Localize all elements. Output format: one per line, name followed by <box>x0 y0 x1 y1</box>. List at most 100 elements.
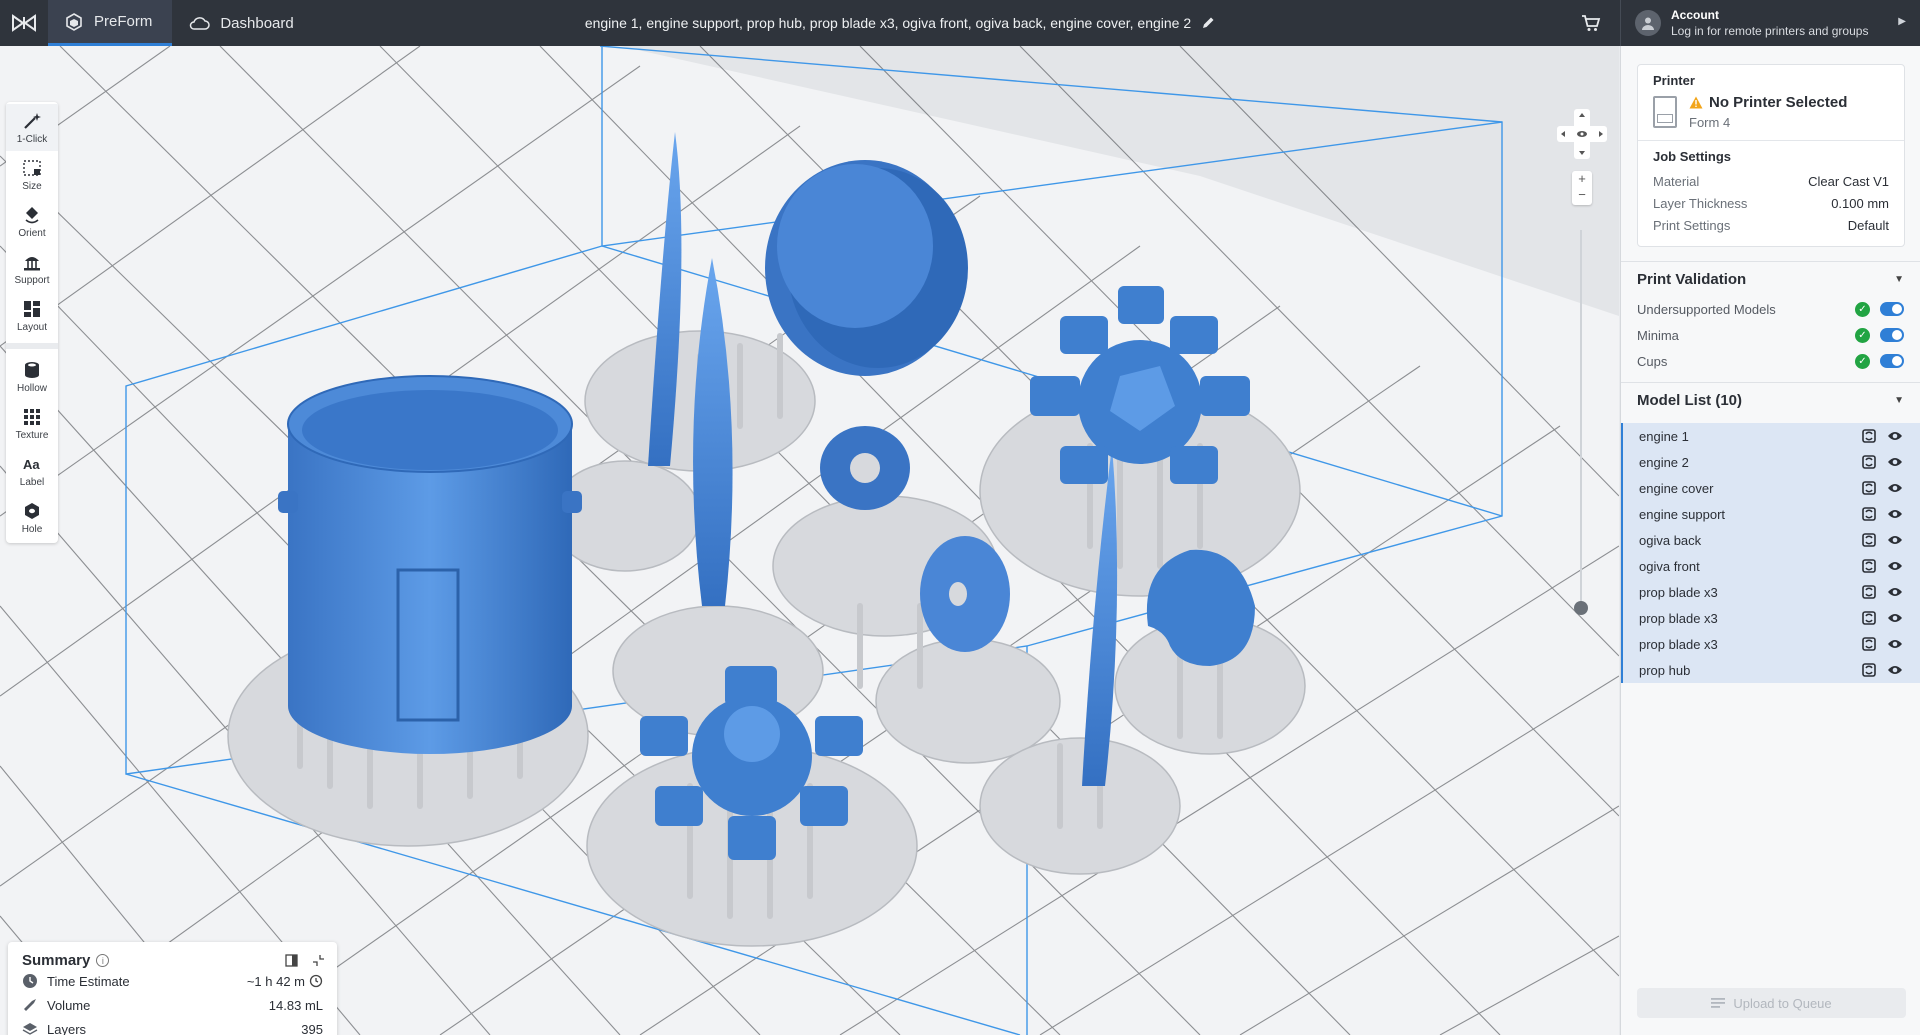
print-validation-section: Print Validation ▼ Undersupported Models… <box>1621 261 1920 374</box>
model-list-title: Model List (10) <box>1637 391 1743 409</box>
cart-icon[interactable] <box>1580 12 1602 34</box>
user-icon <box>1642 17 1654 30</box>
validation-toggle[interactable] <box>1880 328 1904 342</box>
eye-icon[interactable] <box>1886 427 1904 445</box>
label-icon: Aa <box>23 457 40 472</box>
replace-model-icon[interactable] <box>1860 635 1878 653</box>
tool-texture-label: Texture <box>15 429 49 441</box>
zoom-out-button[interactable]: − <box>1572 187 1592 203</box>
tool-1-click[interactable]: 1-Click <box>6 104 58 151</box>
printer-icon <box>1653 96 1677 128</box>
tool-sidebar: 1-Click Size Orient Support Layout Hollo… <box>6 102 58 543</box>
tool-layout[interactable]: Layout <box>6 292 58 339</box>
summary-row-time: Time Estimate ~1 h 42 m <box>22 969 323 993</box>
model-list-item[interactable]: engine cover <box>1621 475 1920 501</box>
job-setting-print-settings: Print Settings Default <box>1653 214 1889 236</box>
model-name: engine 2 <box>1639 454 1689 470</box>
tool-hole[interactable]: Hole <box>6 494 58 541</box>
zoom-slider-track[interactable] <box>1580 230 1582 608</box>
summary-label: Layers <box>47 1021 87 1035</box>
model-list-item[interactable]: prop blade x3 <box>1621 631 1920 657</box>
replace-model-icon[interactable] <box>1860 609 1878 627</box>
account-subtitle: Log in for remote printers and groups <box>1671 24 1869 38</box>
replace-model-icon[interactable] <box>1860 505 1878 523</box>
check-icon: ✓ <box>1855 327 1870 343</box>
tool-hollow[interactable]: Hollow <box>6 353 58 400</box>
cloud-icon <box>190 17 211 30</box>
validation-toggle[interactable] <box>1880 302 1904 316</box>
eye-icon[interactable] <box>1886 479 1904 497</box>
validation-label: Undersupported Models <box>1637 301 1776 317</box>
summary-value: 395 <box>301 1021 323 1035</box>
upload-to-queue-button[interactable]: Upload to Queue <box>1637 988 1906 1018</box>
job-settings-title: Job Settings <box>1653 149 1732 164</box>
3d-viewport[interactable]: 1-Click Size Orient Support Layout Hollo… <box>0 46 1619 1035</box>
model-prop-hub[interactable] <box>820 426 910 510</box>
support-icon <box>24 256 40 270</box>
tool-orient[interactable]: Orient <box>6 198 58 245</box>
tool-texture[interactable]: Texture <box>6 400 58 447</box>
model-name: prop hub <box>1639 662 1691 678</box>
replace-model-icon[interactable] <box>1860 661 1878 679</box>
account-menu[interactable]: Account Log in for remote printers and g… <box>1620 0 1920 46</box>
printer-section-title: Printer <box>1653 73 1695 88</box>
summary-value: 14.83 mL <box>268 997 323 1013</box>
model-engine-cover[interactable] <box>278 375 582 754</box>
tool-size-label: Size <box>22 180 42 192</box>
eye-icon[interactable] <box>1886 531 1904 549</box>
model-engine-support[interactable] <box>765 160 968 376</box>
panel-toggle-icon[interactable] <box>285 954 298 967</box>
validation-toggle[interactable] <box>1880 354 1904 368</box>
model-name: prop blade x3 <box>1639 610 1718 626</box>
model-list-item[interactable]: ogiva back <box>1621 527 1920 553</box>
model-list-item[interactable]: prop blade x3 <box>1621 605 1920 631</box>
tool-size[interactable]: Size <box>6 151 58 198</box>
zoom-in-button[interactable]: + <box>1572 171 1592 187</box>
printer-status: No Printer Selected <box>1709 94 1848 111</box>
tool-label[interactable]: Aa Label <box>6 447 58 494</box>
document-title[interactable]: engine 1, engine support, prop hub, prop… <box>520 0 1280 46</box>
info-icon[interactable]: i <box>96 954 110 967</box>
collapse-icon[interactable] <box>312 954 325 967</box>
view-navigation-pad[interactable] <box>1557 109 1607 159</box>
validation-row-undersupported: Undersupported Models ✓ <box>1621 296 1920 322</box>
replace-model-icon[interactable] <box>1860 583 1878 601</box>
replace-model-icon[interactable] <box>1860 557 1878 575</box>
job-settings[interactable]: Job Settings Material Clear Cast V1 Laye… <box>1638 141 1904 246</box>
eye-icon[interactable] <box>1886 557 1904 575</box>
replace-model-icon[interactable] <box>1860 479 1878 497</box>
eye-icon[interactable] <box>1886 661 1904 679</box>
model-ogiva-back[interactable] <box>920 536 1010 652</box>
eye-icon[interactable] <box>1886 609 1904 627</box>
model-list-header[interactable]: Model List (10) ▼ <box>1621 383 1920 417</box>
eye-icon[interactable] <box>1886 505 1904 523</box>
replace-model-icon[interactable] <box>1860 427 1878 445</box>
tab-preform[interactable]: PreForm <box>48 0 173 46</box>
printer-card[interactable]: Printer No Printer Selected Form 4 Job S… <box>1637 64 1905 247</box>
eye-icon[interactable] <box>1886 583 1904 601</box>
model-list-item[interactable]: engine 2 <box>1621 449 1920 475</box>
hollow-icon <box>25 361 39 378</box>
model-list-item[interactable]: engine 1 <box>1621 423 1920 449</box>
model-list-item[interactable]: prop blade x3 <box>1621 579 1920 605</box>
model-list-item[interactable]: ogiva front <box>1621 553 1920 579</box>
model-list-item[interactable]: engine support <box>1621 501 1920 527</box>
top-bar: PreForm Dashboard engine 1, engine suppo… <box>0 0 1920 46</box>
print-validation-header[interactable]: Print Validation ▼ <box>1621 262 1920 296</box>
model-engine-2[interactable] <box>1030 286 1250 484</box>
refresh-estimate-icon[interactable] <box>309 974 323 988</box>
zoom-controls: + − <box>1572 171 1592 205</box>
replace-model-icon[interactable] <box>1860 453 1878 471</box>
model-list: engine 1 engine 2 engine cover engine suppo… <box>1621 423 1920 683</box>
model-list-item[interactable]: prop hub <box>1621 657 1920 683</box>
eye-icon[interactable] <box>1886 635 1904 653</box>
zoom-slider-handle[interactable] <box>1574 601 1588 615</box>
replace-model-icon[interactable] <box>1860 531 1878 549</box>
pencil-icon[interactable] <box>1201 16 1215 30</box>
tool-support[interactable]: Support <box>6 245 58 292</box>
tab-dashboard[interactable]: Dashboard <box>172 0 313 46</box>
build-scene[interactable] <box>0 46 1619 1035</box>
job-setting-value: 0.100 mm <box>1831 195 1889 211</box>
formlabs-logo-icon[interactable] <box>0 0 48 46</box>
eye-icon[interactable] <box>1886 453 1904 471</box>
